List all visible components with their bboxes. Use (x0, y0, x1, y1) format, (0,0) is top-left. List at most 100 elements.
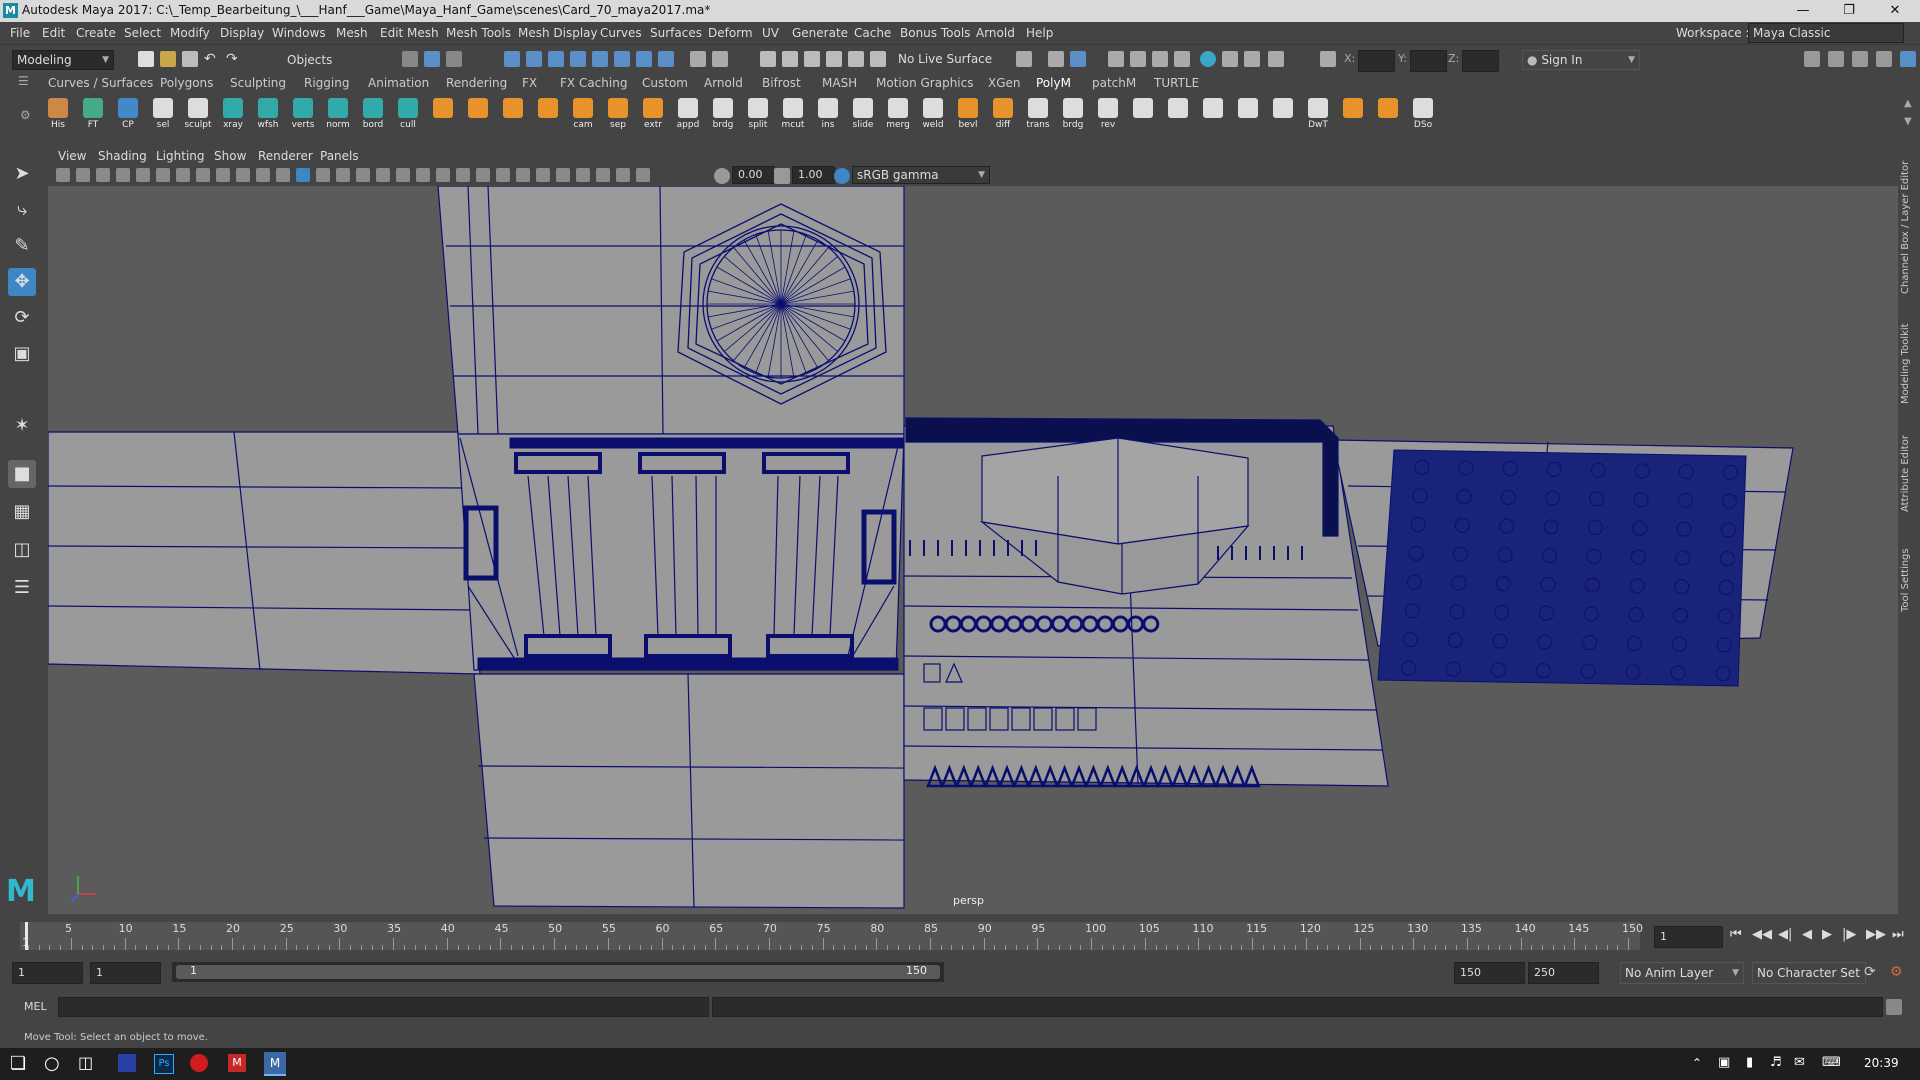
viewport-tool-icon[interactable] (576, 168, 590, 182)
viewport-menu-lighting[interactable]: Lighting (156, 149, 205, 163)
opera-app-icon[interactable] (190, 1054, 208, 1072)
hypershade-icon[interactable] (1130, 51, 1146, 67)
side-by-side-layout-icon[interactable]: ◫ (8, 536, 36, 564)
shelf-scroll-up-icon[interactable]: ▲ (1904, 98, 1912, 109)
play-back-icon[interactable]: ◀ (1802, 927, 1812, 942)
menu-file[interactable]: File (10, 26, 30, 40)
shelf-tab-mash[interactable]: MASH (822, 76, 857, 90)
live-object-icon[interactable] (848, 51, 864, 67)
snap-view-icon[interactable] (570, 51, 586, 67)
viewport-tool-icon[interactable] (456, 168, 470, 182)
shelf-button[interactable] (1374, 98, 1402, 132)
viewport-menu-panels[interactable]: Panels (320, 149, 359, 163)
arnold-render-icon[interactable] (1200, 51, 1216, 67)
shelf-button[interactable]: weld (919, 98, 947, 132)
undo-icon[interactable]: ↶ (204, 51, 220, 67)
go-to-end-icon[interactable]: ⏭ (1892, 927, 1904, 942)
anim-start-field[interactable]: 1 (90, 962, 161, 984)
transform-absolute-icon[interactable] (1320, 51, 1336, 67)
shelf-button[interactable]: His (44, 98, 72, 132)
start-time-field[interactable]: 1 (12, 962, 83, 984)
shelf-button[interactable]: cam (569, 98, 597, 132)
battery-icon[interactable]: ▮ (1746, 1055, 1753, 1070)
shelf-button[interactable]: brdg (1059, 98, 1087, 132)
shelf-button[interactable]: FT (79, 98, 107, 132)
viewport-tool-icon[interactable] (56, 168, 70, 182)
shelf-tab-animation[interactable]: Animation (368, 76, 429, 90)
step-forward-key-icon[interactable]: ▶▶ (1866, 927, 1886, 942)
viewport-menu-view[interactable]: View (58, 149, 86, 163)
shelf-button[interactable] (1269, 98, 1297, 132)
network-icon[interactable]: ▣ (1718, 1055, 1730, 1070)
menu-mesh[interactable]: Mesh (336, 26, 368, 40)
shelf-scroll-down-icon[interactable]: ▼ (1904, 116, 1912, 127)
perspective-viewport[interactable]: persp (48, 186, 1898, 914)
viewport-menu-show[interactable]: Show (214, 149, 246, 163)
paint-select-tool-icon[interactable]: ✎ (8, 232, 36, 260)
viewport-tool-icon[interactable] (276, 168, 290, 182)
range-slider-handle[interactable] (176, 965, 940, 979)
shelf-tab-fx-caching[interactable]: FX Caching (560, 76, 627, 90)
viewport-tool-icon[interactable] (76, 168, 90, 182)
viewport-tool-icon[interactable] (336, 168, 350, 182)
anim-end-field[interactable]: 250 (1528, 962, 1599, 984)
new-scene-icon[interactable] (138, 51, 154, 67)
shelf-menu-icon[interactable]: ☰ (18, 74, 29, 88)
gamma-field[interactable]: 1.00 (792, 166, 835, 184)
menu-modify[interactable]: Modify (170, 26, 210, 40)
viewport-tool-icon[interactable] (596, 168, 610, 182)
menu-surfaces[interactable]: Surfaces (650, 26, 702, 40)
viewport-tool-icon[interactable] (96, 168, 110, 182)
shelf-tab-polygons[interactable]: Polygons (160, 76, 213, 90)
shelf-button[interactable] (499, 98, 527, 132)
workspace-dropdown[interactable]: Maya Classic (1748, 23, 1904, 43)
shelf-settings-icon[interactable]: ⚙ (20, 108, 31, 122)
save-scene-icon[interactable] (182, 51, 198, 67)
shelf-button[interactable] (429, 98, 457, 132)
shelf-button[interactable]: sep (604, 98, 632, 132)
viewport-tool-icon[interactable] (616, 168, 630, 182)
viewport-tool-icon[interactable] (116, 168, 130, 182)
viewport-tool-icon[interactable] (356, 168, 370, 182)
windows-start-icon[interactable]: ❏ (10, 1053, 26, 1074)
viewport-tool-icon[interactable] (396, 168, 410, 182)
pause-icon[interactable] (1268, 51, 1284, 67)
shelf-button[interactable]: diff (989, 98, 1017, 132)
menu-generate[interactable]: Generate (792, 26, 848, 40)
layer-editor-icon[interactable] (1900, 51, 1916, 67)
shelf-button[interactable] (1129, 98, 1157, 132)
select-component-icon[interactable] (446, 51, 462, 67)
time-ruler[interactable]: 1 51015202530354045505560657075808590951… (20, 922, 1643, 950)
shelf-tab-polym[interactable]: PolyM (1036, 76, 1071, 90)
shelf-button[interactable]: merg (884, 98, 912, 132)
shelf-button[interactable]: norm (324, 98, 352, 132)
end-time-field[interactable]: 150 (1454, 962, 1525, 984)
shelf-button[interactable]: sel (149, 98, 177, 132)
ipr-icon[interactable] (1244, 51, 1260, 67)
modeling-toolkit-icon[interactable] (1804, 51, 1820, 67)
menu-deform[interactable]: Deform (708, 26, 753, 40)
shelf-button[interactable] (534, 98, 562, 132)
character-set-dropdown[interactable]: No Character Set (1752, 962, 1866, 984)
viewport-menu-renderer[interactable]: Renderer (258, 149, 313, 163)
play-forward-icon[interactable]: ▶ (1822, 927, 1832, 942)
snap-face-icon[interactable] (658, 51, 674, 67)
viewport-tool-icon[interactable] (376, 168, 390, 182)
outliner-layout-icon[interactable]: ☰ (8, 574, 36, 602)
shelf-button[interactable] (1339, 98, 1367, 132)
tray-chevron-up-icon[interactable]: ⌃ (1692, 1056, 1702, 1070)
photoshop-app-icon[interactable]: Ps (154, 1054, 174, 1074)
tab-channel-box[interactable]: Channel Box / Layer Editor (1900, 154, 1918, 294)
shelf-tab-curves-surfaces[interactable]: Curves / Surfaces (48, 76, 153, 90)
viewport-tool-icon[interactable] (196, 168, 210, 182)
snap-grid-icon[interactable] (504, 51, 520, 67)
select-hierarchy-icon[interactable] (402, 51, 418, 67)
tab-tool-settings[interactable]: Tool Settings (1900, 532, 1918, 612)
viewport-tool-icon[interactable] (636, 168, 650, 182)
input-ops-icon[interactable] (782, 51, 798, 67)
script-language-toggle[interactable]: MEL (24, 1000, 47, 1013)
select-tool-icon[interactable]: ➤ (8, 160, 36, 188)
shelf-button[interactable]: xray (219, 98, 247, 132)
open-scene-icon[interactable] (160, 51, 176, 67)
shelf-button[interactable]: bord (359, 98, 387, 132)
